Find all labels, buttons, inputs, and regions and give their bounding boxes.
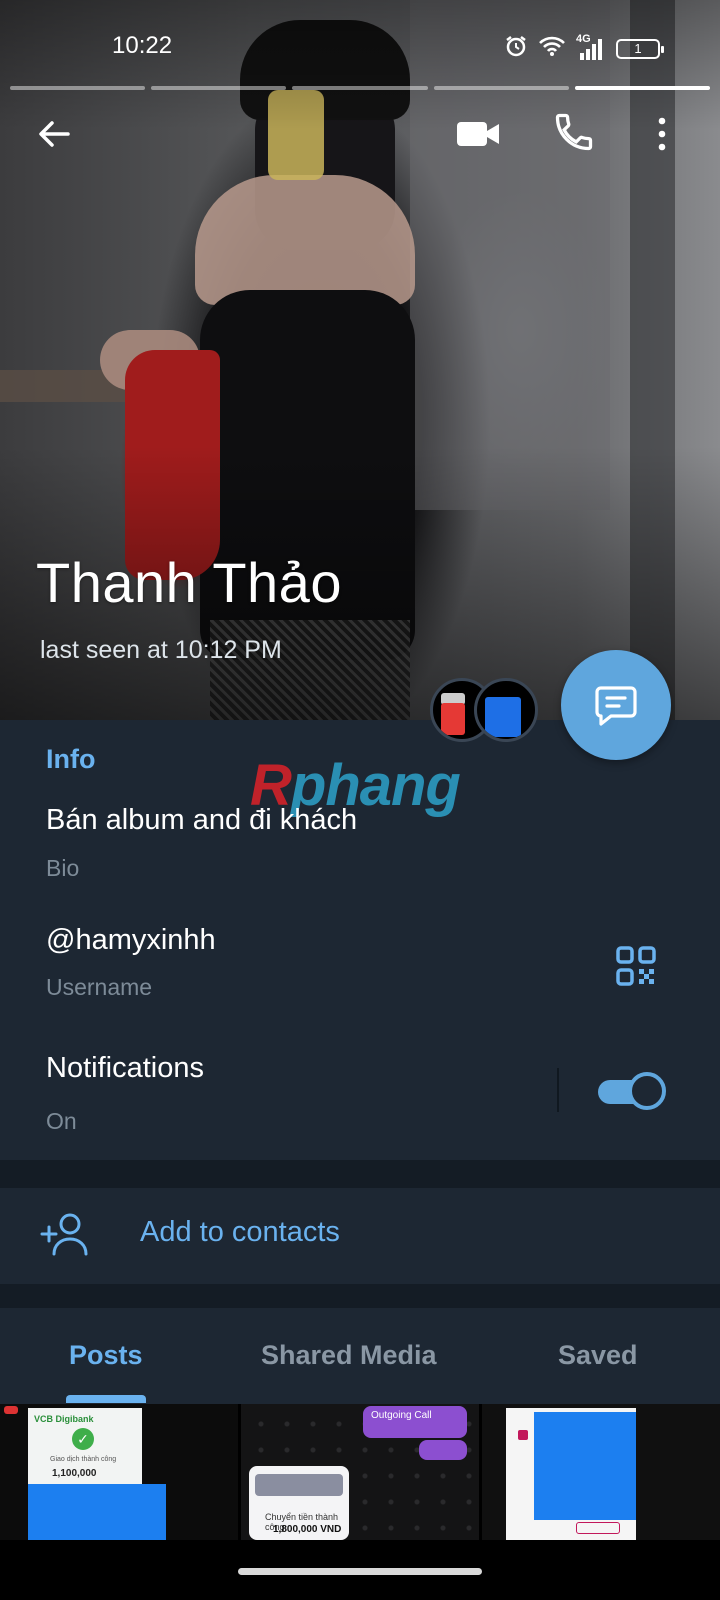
username-label: Username [46, 974, 153, 1000]
active-tab-indicator [66, 1395, 146, 1403]
add-person-icon [40, 1212, 92, 1256]
qr-code-icon[interactable] [616, 946, 656, 986]
status-bar: 10:22 4G 1 [0, 0, 720, 90]
notifications-title[interactable]: Notifications [46, 1052, 204, 1085]
section-separator [0, 1160, 720, 1188]
post-thumbnail[interactable]: VCB Digibank ✓ Giao dịch thành công 1,10… [0, 1404, 238, 1540]
story-progress-bar [10, 86, 711, 90]
stories-preview[interactable] [430, 678, 540, 744]
cell-signal-icon: 4G [576, 33, 606, 61]
tab-posts[interactable]: Posts [69, 1340, 143, 1371]
media-tabs: Posts Shared Media Saved [0, 1308, 720, 1404]
tab-shared-media[interactable]: Shared Media [261, 1340, 437, 1371]
username-value[interactable]: @hamyxinhh [46, 924, 216, 957]
video-call-icon[interactable] [455, 114, 501, 154]
profile-screen: 10:22 4G 1 Thanh Thảo last seen at 10:12… [0, 0, 720, 1600]
story-segment-active [574, 86, 711, 90]
add-to-contacts-label: Add to contacts [140, 1216, 340, 1248]
wifi-icon [538, 35, 566, 62]
add-to-contacts-row[interactable]: Add to contacts [0, 1188, 720, 1284]
story-segment [151, 86, 287, 90]
post-thumbnail[interactable]: Outgoing Call Chuyển tiền thành công 1,80… [241, 1404, 479, 1540]
bio-value[interactable]: Bán album and đi khách [46, 804, 357, 837]
alarm-icon [504, 34, 528, 63]
battery-icon: 1 [616, 38, 664, 59]
divider [557, 1068, 559, 1112]
post-thumbnail[interactable] [482, 1404, 720, 1540]
status-time: 10:22 [112, 32, 173, 59]
story-segment [10, 86, 146, 90]
last-seen-status: last seen at 10:12 PM [40, 636, 282, 664]
home-gesture-handle[interactable] [238, 1568, 482, 1575]
profile-name: Thanh Thảo [36, 551, 342, 614]
more-vertical-icon[interactable] [652, 112, 672, 156]
notifications-state: On [46, 1108, 77, 1134]
notifications-toggle[interactable] [598, 1072, 666, 1110]
bio-label: Bio [46, 855, 80, 881]
message-button[interactable] [561, 650, 671, 760]
tab-saved[interactable]: Saved [558, 1340, 638, 1371]
story-thumbnail[interactable] [474, 678, 538, 742]
story-segment [433, 86, 569, 90]
posts-grid: VCB Digibank ✓ Giao dịch thành công 1,10… [0, 1404, 720, 1540]
info-heading: Info [46, 744, 96, 774]
phone-icon[interactable] [552, 110, 596, 154]
section-separator [0, 1284, 720, 1308]
top-bar [0, 100, 720, 170]
story-segment [292, 86, 428, 90]
chat-icon [595, 686, 637, 726]
system-nav-bar [0, 1540, 720, 1600]
back-arrow-icon[interactable] [34, 112, 78, 156]
